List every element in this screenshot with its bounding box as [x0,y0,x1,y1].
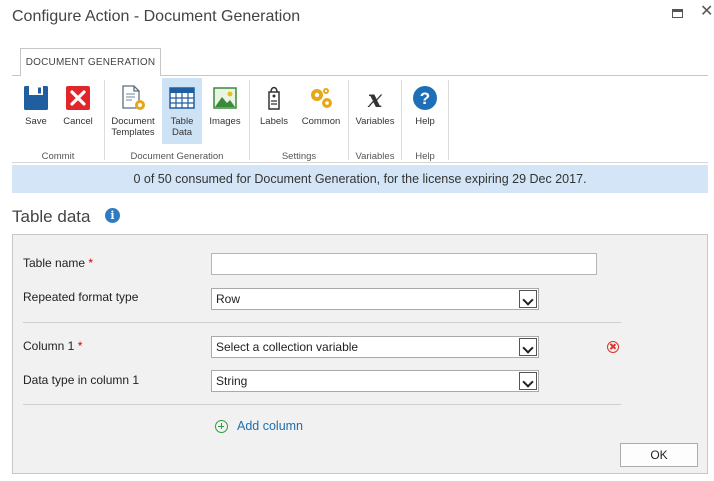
ribbon-group-document-generation-label: Document Generation [130,151,224,162]
table-icon [169,87,195,109]
divider [23,322,621,323]
maximize-button[interactable] [670,6,686,22]
images-label: Images [209,116,241,127]
document-templates-label-line2: Templates [111,127,155,138]
divider [23,404,621,405]
common-label: Common [301,116,341,127]
ribbon-group-document-generation: Document Templates Table Data Images Docum… [105,76,249,164]
ribbon-separator [448,80,449,160]
repeated-format-select[interactable]: Row [211,288,539,310]
required-marker: * [88,256,94,270]
ribbon-group-commit-label: Commit [41,151,75,162]
variables-label: Variables [355,116,395,127]
info-icon[interactable]: i [105,208,120,223]
repeated-format-label: Repeated format type [23,290,139,304]
help-label: Help [415,116,435,127]
add-column-label: Add column [237,419,304,433]
chevron-down-icon [519,372,537,390]
help-icon: ? [413,86,437,110]
column-1-value: Select a collection variable [216,340,359,354]
cancel-icon [66,86,90,110]
data-type-select[interactable]: String [211,370,539,392]
data-type-value: String [216,374,248,388]
table-name-label: Table name * [23,256,93,270]
table-name-label-text: Table name [23,256,86,270]
column-1-label-text: Column 1 [23,339,75,353]
remove-column-icon[interactable] [607,341,619,353]
required-marker: * [77,339,83,353]
cancel-label: Cancel [63,116,93,127]
ribbon-group-settings-label: Settings [281,151,317,162]
ribbon-group-variables: x Variables Variables [349,76,401,164]
maximize-icon [672,9,683,18]
close-button[interactable]: ✕ [700,4,714,20]
repeated-format-value: Row [216,292,241,306]
ribbon-group-help: ? Help Help [402,76,448,164]
help-button[interactable]: ? Help [406,78,444,144]
table-data-label-line1: Table [170,116,194,127]
table-data-panel: Table name * Repeated format type Row Co… [12,234,708,474]
data-type-label: Data type in column 1 [23,373,140,387]
ribbon-group-settings: Labels Common Settings [250,76,348,164]
window-title: Configure Action - Document Generation [12,8,301,25]
svg-text:?: ? [420,89,430,108]
variables-button[interactable]: x Variables [353,78,397,144]
labels-button[interactable]: Labels [254,78,294,144]
document-templates-icon [122,85,145,110]
chevron-down-icon [519,338,537,356]
chevron-down-icon [519,290,537,308]
ribbon: Save Cancel Commit Document Templates Ta… [12,75,708,163]
ribbon-group-variables-label: Variables [355,151,395,162]
save-label: Save [25,116,47,127]
ribbon-group-help-label: Help [415,151,435,162]
document-templates-label: Document Templates [107,116,159,138]
variable-x-icon: x [367,84,383,112]
section-title: Table data [12,207,91,226]
column-1-label: Column 1 * [23,339,82,353]
svg-text:x: x [367,84,383,112]
add-icon [215,420,228,433]
license-banner: 0 of 50 consumed for Document Generation… [12,165,708,193]
save-icon [24,86,48,110]
save-button[interactable]: Save [18,78,54,144]
image-icon [213,87,237,109]
ribbon-group-commit: Save Cancel Commit [12,76,104,164]
table-name-input[interactable] [211,253,597,275]
common-button[interactable]: Common [298,78,344,144]
close-icon: ✕ [700,3,714,20]
tab-document-generation[interactable]: DOCUMENT GENERATION [20,48,161,76]
column-1-select[interactable]: Select a collection variable [211,336,539,358]
title-bar: Configure Action - Document Generation ✕ [0,0,714,36]
tag-icon [268,86,280,110]
table-data-label: Table Data [162,116,202,138]
document-templates-label-line1: Document [111,116,155,127]
table-data-label-line2: Data [171,127,193,138]
ok-button[interactable]: OK [620,443,698,467]
gears-icon [311,88,332,108]
document-templates-button[interactable]: Document Templates [107,78,159,144]
labels-label: Labels [260,116,288,127]
cancel-button[interactable]: Cancel [58,78,98,144]
images-button[interactable]: Images [205,78,245,144]
table-data-button[interactable]: Table Data [162,78,202,144]
